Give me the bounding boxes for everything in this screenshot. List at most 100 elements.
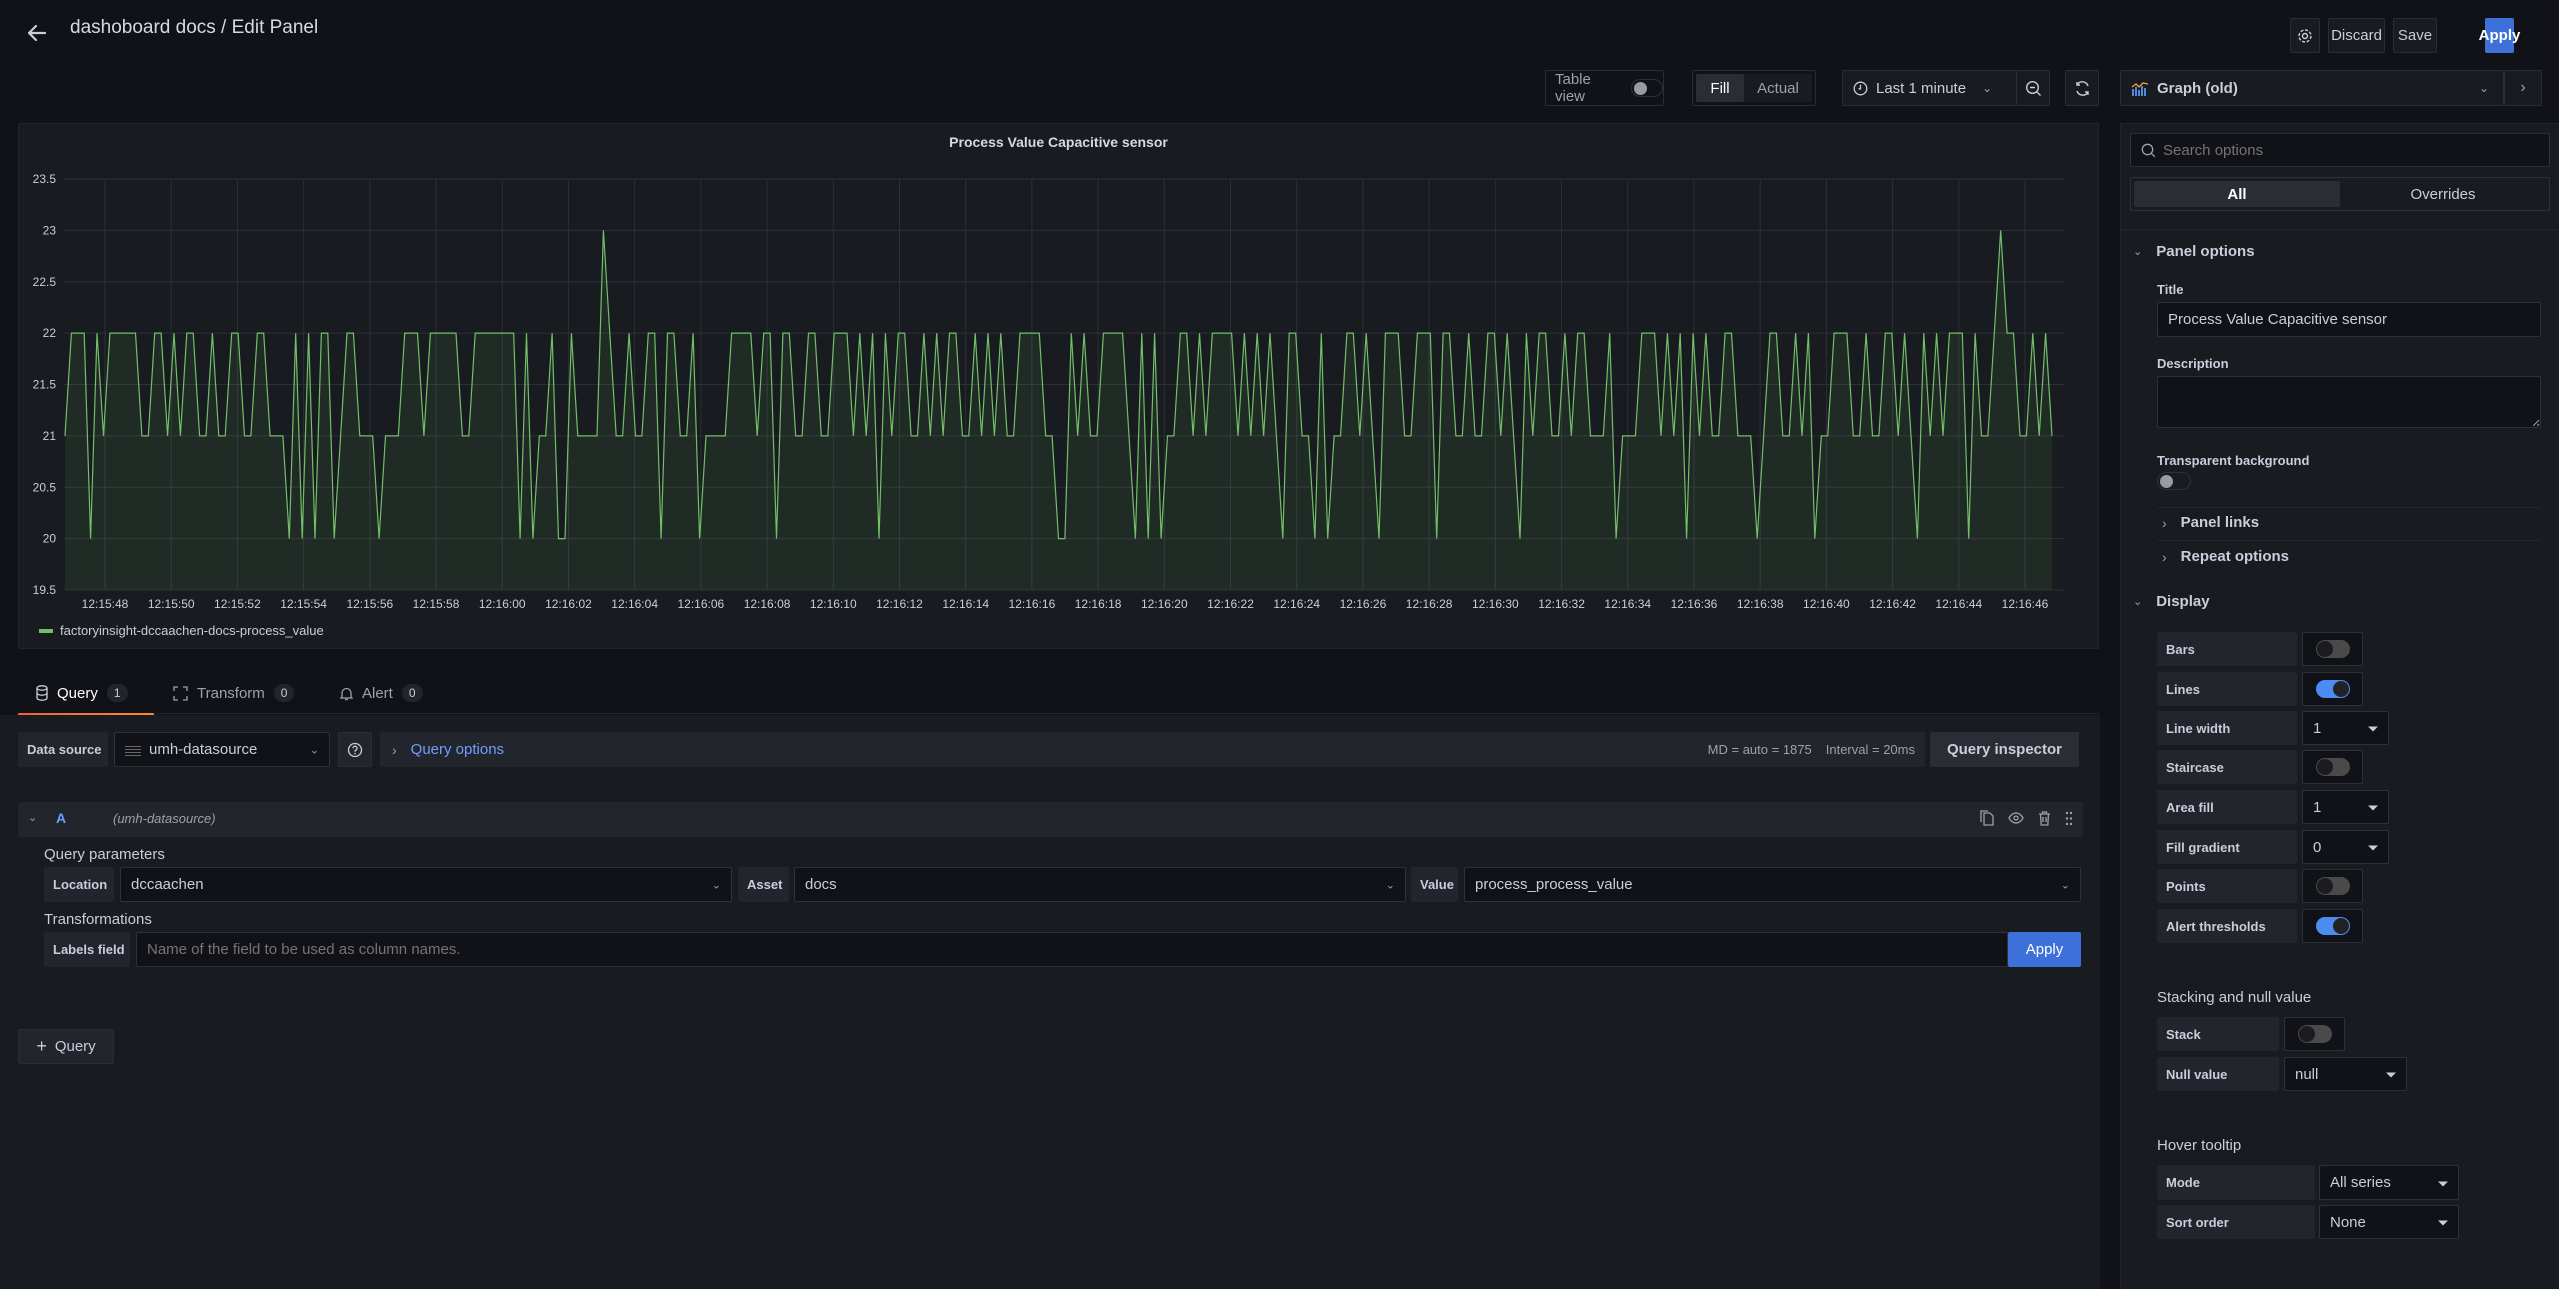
area-fill-select[interactable]: 1 bbox=[2302, 790, 2389, 824]
apply-button[interactable]: Apply bbox=[2479, 18, 2520, 53]
tab-query[interactable]: Query 1 bbox=[18, 672, 154, 716]
options-pane bbox=[2120, 123, 2559, 1289]
x-tick-label: 12:15:54 bbox=[280, 597, 327, 611]
collapse-options-button[interactable]: › bbox=[2504, 70, 2542, 106]
options-search-input[interactable] bbox=[2163, 141, 2523, 159]
time-range-picker[interactable]: Last 1 minute ⌄ bbox=[1842, 70, 2028, 106]
options-search[interactable] bbox=[2130, 133, 2550, 167]
title-input[interactable] bbox=[2157, 302, 2541, 337]
table-view-toggle[interactable] bbox=[1630, 79, 1663, 97]
repeat-options-section[interactable]: › Repeat options bbox=[2162, 548, 2289, 565]
discard-button[interactable]: Discard bbox=[2328, 18, 2385, 53]
query-ref-id[interactable]: A bbox=[56, 810, 66, 826]
eye-icon[interactable] bbox=[2008, 812, 2024, 824]
caret-down-icon bbox=[2386, 1072, 2396, 1078]
table-view-toggle-group[interactable]: Table view bbox=[1545, 70, 1664, 106]
stack-toggle[interactable] bbox=[2298, 1025, 2332, 1043]
alert-thresholds-toggle-box bbox=[2302, 909, 2363, 943]
y-tick-label: 21.5 bbox=[33, 378, 57, 392]
asset-select[interactable]: docs ⌄ bbox=[794, 867, 1406, 902]
y-tick-label: 20 bbox=[43, 532, 57, 546]
x-tick-label: 12:16:00 bbox=[479, 597, 526, 611]
null-value-select[interactable]: null bbox=[2284, 1057, 2407, 1091]
time-range-label: Last 1 minute bbox=[1876, 79, 1967, 97]
location-label: Location bbox=[44, 867, 114, 902]
tab-all[interactable]: All bbox=[2134, 181, 2340, 207]
x-tick-label: 12:16:40 bbox=[1803, 597, 1850, 611]
datasource-help-button[interactable] bbox=[338, 732, 372, 767]
chevron-right-icon: › bbox=[2162, 514, 2167, 531]
x-tick-label: 12:16:34 bbox=[1604, 597, 1651, 611]
add-query-button[interactable]: + Query bbox=[18, 1029, 114, 1064]
duplicate-icon[interactable] bbox=[1980, 810, 1994, 826]
fill-button[interactable]: Fill bbox=[1696, 74, 1744, 102]
stacking-heading: Stacking and null value bbox=[2157, 989, 2312, 1006]
y-tick-label: 21 bbox=[43, 429, 57, 443]
x-tick-label: 12:15:52 bbox=[214, 597, 261, 611]
caret-down-icon bbox=[2368, 726, 2378, 732]
chevron-down-icon: ⌄ bbox=[1982, 81, 1993, 95]
query-parameters-heading: Query parameters bbox=[44, 846, 165, 863]
collapse-query-icon[interactable]: ⌄ bbox=[28, 811, 37, 824]
chevron-down-icon: ⌄ bbox=[2133, 246, 2143, 258]
bars-toggle[interactable] bbox=[2316, 640, 2350, 658]
x-tick-label: 12:15:50 bbox=[148, 597, 195, 611]
description-textarea[interactable] bbox=[2157, 376, 2541, 428]
line-width-value: 1 bbox=[2313, 719, 2322, 737]
tab-overrides[interactable]: Overrides bbox=[2340, 181, 2546, 207]
query-inspector-button[interactable]: Query inspector bbox=[1930, 732, 2079, 767]
tab-transform[interactable]: Transform 0 bbox=[173, 672, 295, 714]
datasource-select[interactable]: umh-datasource ⌄ bbox=[114, 732, 330, 767]
mode-value: All series bbox=[2330, 1174, 2391, 1191]
query-options-bar[interactable]: › Query options MD = auto = 1875 Interva… bbox=[380, 732, 1925, 767]
tab-transform-label: Transform bbox=[197, 684, 265, 702]
trash-icon[interactable] bbox=[2038, 810, 2051, 826]
staircase-label: Staircase bbox=[2157, 750, 2297, 784]
labels-apply-button[interactable]: Apply bbox=[2008, 932, 2081, 967]
labels-field-label: Labels field bbox=[44, 932, 130, 967]
panel-options-header[interactable]: ⌄ Panel options bbox=[2133, 243, 2255, 260]
x-tick-label: 12:16:16 bbox=[1009, 597, 1056, 611]
chevron-down-icon: ⌄ bbox=[2478, 81, 2489, 95]
y-tick-label: 22.5 bbox=[33, 275, 57, 289]
mode-select[interactable]: All series bbox=[2319, 1165, 2459, 1200]
gear-icon bbox=[2298, 28, 2312, 43]
zoom-out-button[interactable] bbox=[2016, 70, 2050, 106]
line-width-select[interactable]: 1 bbox=[2302, 711, 2389, 745]
back-button[interactable] bbox=[22, 18, 52, 48]
visualization-picker[interactable]: Graph (old) ⌄ bbox=[2120, 70, 2504, 106]
points-toggle[interactable] bbox=[2316, 877, 2350, 895]
panel-options-heading: Panel options bbox=[2156, 243, 2255, 260]
x-tick-label: 12:16:10 bbox=[810, 597, 857, 611]
transparent-bg-toggle[interactable] bbox=[2157, 472, 2191, 490]
lines-toggle[interactable] bbox=[2316, 680, 2350, 698]
labels-field-input[interactable] bbox=[136, 932, 2008, 967]
visualization-name: Graph (old) bbox=[2157, 79, 2238, 97]
caret-down-icon bbox=[2368, 805, 2378, 811]
panel-links-section[interactable]: › Panel links bbox=[2162, 514, 2259, 531]
save-button[interactable]: Save bbox=[2393, 18, 2437, 53]
sort-order-select[interactable]: None bbox=[2319, 1205, 2459, 1239]
x-tick-label: 12:16:26 bbox=[1340, 597, 1387, 611]
interval-info: Interval = 20ms bbox=[1825, 742, 1915, 757]
display-header[interactable]: ⌄ Display bbox=[2133, 593, 2210, 610]
drag-handle-icon[interactable] bbox=[2065, 811, 2073, 826]
refresh-button[interactable] bbox=[2065, 70, 2099, 106]
legend-item[interactable]: factoryinsight-dccaachen-docs-process_va… bbox=[39, 623, 324, 638]
location-select[interactable]: dccaachen ⌄ bbox=[120, 867, 732, 902]
settings-button[interactable] bbox=[2290, 18, 2320, 53]
x-tick-label: 12:16:44 bbox=[1935, 597, 1982, 611]
stack-toggle-box bbox=[2284, 1017, 2345, 1051]
transformations-heading: Transformations bbox=[44, 911, 152, 928]
tab-alert[interactable]: Alert 0 bbox=[340, 672, 423, 714]
fill-gradient-select[interactable]: 0 bbox=[2302, 830, 2389, 864]
x-tick-label: 12:16:06 bbox=[678, 597, 725, 611]
actual-button[interactable]: Actual bbox=[1744, 74, 1812, 102]
alert-thresholds-toggle[interactable] bbox=[2316, 917, 2350, 935]
tab-query-count: 1 bbox=[106, 684, 128, 702]
asset-value: docs bbox=[805, 876, 837, 893]
value-select[interactable]: process_process_value ⌄ bbox=[1464, 867, 2081, 902]
plus-icon: + bbox=[36, 1036, 47, 1056]
points-label: Points bbox=[2157, 869, 2297, 903]
staircase-toggle[interactable] bbox=[2316, 758, 2350, 776]
